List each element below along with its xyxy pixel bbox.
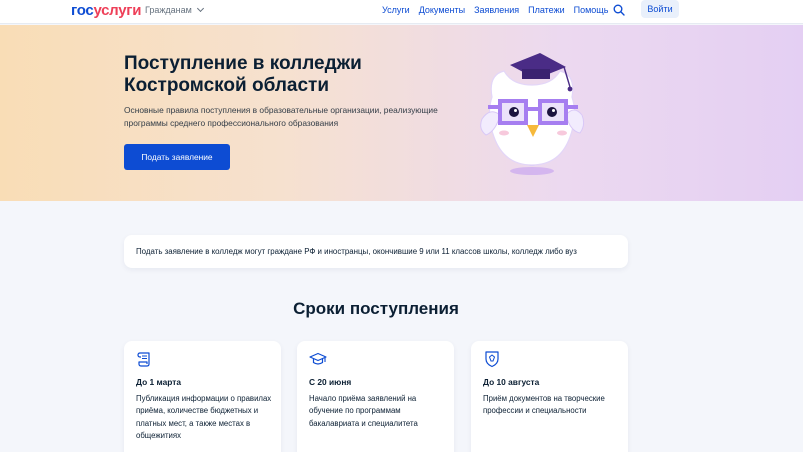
hero-banner: Поступление в колледжи Костромской облас… [0, 25, 803, 201]
hero-subtitle: Основные правила поступления в образоват… [124, 105, 438, 128]
main-nav: Услуги Документы Заявления Платежи Помощ… [382, 5, 617, 15]
deadline-card: С 20 июня Начало приёма заявлений на обу… [297, 341, 454, 452]
logo-text-part1: гос [71, 2, 94, 19]
audience-label: Гражданам [145, 5, 192, 15]
top-header: госуслуги Гражданам Услуги Документы Зая… [0, 0, 803, 24]
apply-button[interactable]: Подать заявление [124, 144, 230, 170]
deadline-date: До 10 августа [483, 377, 540, 387]
nav-payments[interactable]: Платежи [528, 5, 565, 15]
audience-dropdown[interactable]: Гражданам [145, 4, 204, 15]
deadline-card: До 1 марта Публикация информации о прави… [124, 341, 281, 452]
page-title: Поступление в колледжи Костромской облас… [124, 53, 362, 96]
nav-services[interactable]: Услуги [382, 5, 410, 15]
search-icon[interactable] [613, 4, 625, 16]
nav-help[interactable]: Помощь [574, 5, 609, 15]
scroll-icon [137, 352, 150, 367]
nav-applications[interactable]: Заявления [474, 5, 519, 15]
section-title: Сроки поступления [293, 299, 459, 318]
deadline-description: Публикация информации о правилах приёма,… [136, 394, 272, 440]
graduation-cap-icon [309, 352, 327, 365]
shield-icon [485, 351, 499, 368]
deadline-description: Приём документов на творческие профессии… [483, 394, 605, 416]
eligibility-info-banner: Подать заявление в колледж могут граждан… [124, 235, 628, 268]
nav-documents[interactable]: Документы [419, 5, 465, 15]
deadline-card: До 10 августа Приём документов на творче… [471, 341, 628, 452]
gosuslugi-logo[interactable]: госуслуги [71, 2, 141, 19]
login-button[interactable]: Войти [641, 0, 679, 18]
chevron-down-icon [196, 4, 204, 13]
deadline-date: С 20 июня [309, 377, 352, 387]
deadline-description: Начало приёма заявлений на обучение по п… [309, 394, 418, 428]
logo-text-part2: услуги [93, 2, 142, 19]
owl-mascot-illustration [480, 53, 585, 175]
deadline-date: До 1 марта [136, 377, 182, 387]
